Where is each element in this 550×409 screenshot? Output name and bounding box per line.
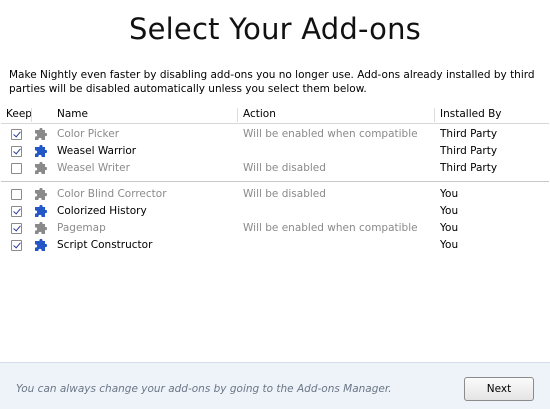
addon-row[interactable]: Color Picker Will be enabled when compati… bbox=[0, 126, 550, 143]
addon-name: Script Constructor bbox=[57, 239, 153, 251]
addon-action: Will be disabled bbox=[243, 188, 326, 200]
addon-installed-by: You bbox=[440, 222, 459, 234]
addon-row[interactable]: Script Constructor You bbox=[0, 237, 550, 254]
keep-checkbox[interactable] bbox=[11, 129, 22, 140]
footer-note: You can always change your add-ons by go… bbox=[16, 383, 392, 395]
addon-row[interactable]: Color Blind Corrector Will be disabled You bbox=[0, 186, 550, 203]
column-header-keep[interactable]: Keep bbox=[6, 108, 32, 120]
puzzle-piece-icon bbox=[35, 188, 47, 200]
addon-installed-by: Third Party bbox=[440, 162, 498, 174]
addon-name: Colorized History bbox=[57, 205, 147, 217]
column-separator bbox=[237, 108, 238, 122]
next-button[interactable]: Next bbox=[464, 377, 534, 401]
puzzle-piece-icon bbox=[35, 205, 47, 217]
addon-installed-by: Third Party bbox=[440, 145, 498, 157]
addon-action: Will be enabled when compatible bbox=[243, 222, 418, 234]
puzzle-piece-icon bbox=[35, 222, 47, 234]
column-header-action[interactable]: Action bbox=[243, 108, 276, 120]
addon-installed-by: You bbox=[440, 205, 459, 217]
addon-name: Weasel Writer bbox=[57, 162, 130, 174]
addon-name: Weasel Warrior bbox=[57, 145, 137, 157]
keep-checkbox[interactable] bbox=[11, 163, 22, 174]
group-divider bbox=[1, 181, 549, 182]
third-party-group: Color Picker Will be enabled when compati… bbox=[0, 124, 550, 177]
addon-name: Color Picker bbox=[57, 128, 120, 140]
column-separator bbox=[31, 108, 32, 122]
puzzle-piece-icon bbox=[35, 239, 47, 251]
addon-installed-by: You bbox=[440, 239, 459, 251]
column-header-name[interactable]: Name bbox=[57, 108, 88, 120]
addon-name: Pagemap bbox=[57, 222, 106, 234]
page-title: Select Your Add-ons bbox=[129, 12, 421, 46]
column-header-installed-by[interactable]: Installed By bbox=[440, 108, 502, 120]
select-addons-window: Select Your Add-ons Make Nightly even fa… bbox=[0, 0, 550, 409]
addon-row[interactable]: Colorized History You bbox=[0, 203, 550, 220]
addon-row[interactable]: Weasel Warrior Third Party bbox=[0, 143, 550, 160]
addon-action: Will be disabled bbox=[243, 162, 326, 174]
addons-table: Keep Name Action Installed By Color Pick… bbox=[0, 106, 550, 254]
column-separator bbox=[434, 108, 435, 122]
keep-checkbox[interactable] bbox=[11, 206, 22, 217]
addon-name: Color Blind Corrector bbox=[57, 188, 167, 200]
keep-checkbox[interactable] bbox=[11, 240, 22, 251]
keep-checkbox[interactable] bbox=[11, 189, 22, 200]
footer-bar: You can always change your add-ons by go… bbox=[0, 362, 550, 409]
puzzle-piece-icon bbox=[35, 128, 47, 140]
addon-installed-by: Third Party bbox=[440, 128, 498, 140]
addon-row[interactable]: Pagemap Will be enabled when compatible Yo… bbox=[0, 220, 550, 237]
puzzle-piece-icon bbox=[35, 145, 47, 157]
addon-action: Will be enabled when compatible bbox=[243, 128, 418, 140]
table-header: Keep Name Action Installed By bbox=[0, 106, 550, 123]
user-group: Color Blind Corrector Will be disabled You… bbox=[0, 186, 550, 254]
puzzle-piece-icon bbox=[35, 162, 47, 174]
addon-row[interactable]: Weasel Writer Will be disabled Third Party bbox=[0, 160, 550, 177]
keep-checkbox[interactable] bbox=[11, 223, 22, 234]
description-text: Make Nightly even faster by disabling ad… bbox=[9, 69, 535, 95]
keep-checkbox[interactable] bbox=[11, 146, 22, 157]
addon-installed-by: You bbox=[440, 188, 459, 200]
